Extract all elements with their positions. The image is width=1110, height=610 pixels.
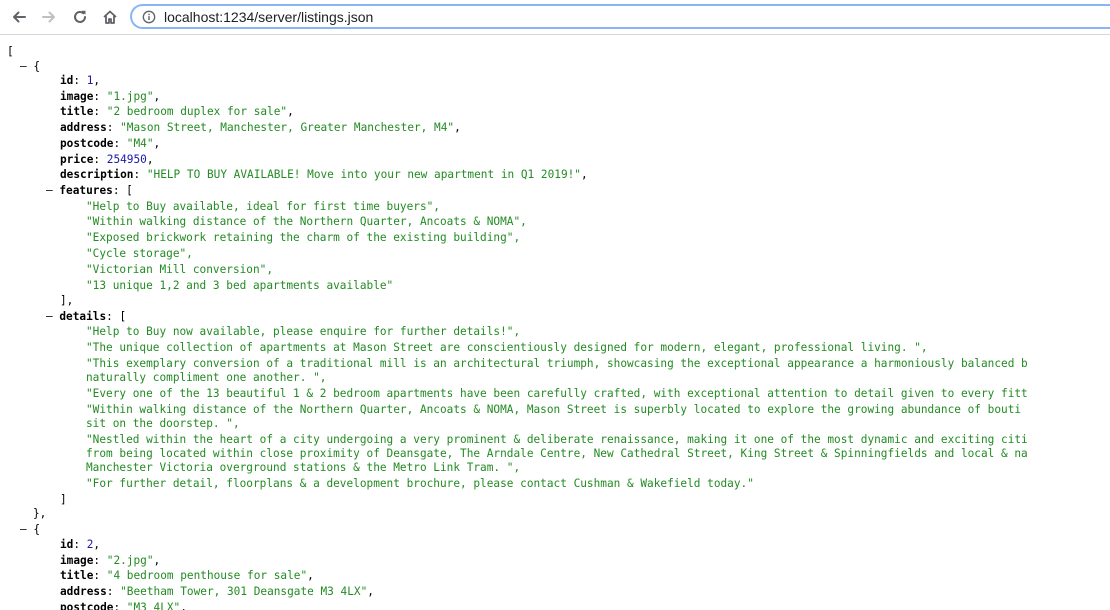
array-open-bracket: [ — [7, 45, 14, 58]
feature-item: "Exposed brickwork retaining the charm o… — [86, 231, 521, 244]
detail-item-cont: sit on the doorstep. ", — [86, 417, 240, 430]
detail-item: "Help to Buy now available, please enqui… — [86, 325, 521, 338]
field-postcode: postcode: "M4", — [60, 137, 161, 150]
field-title: title: "4 bedroom penthouse for sale", — [60, 569, 314, 582]
browser-toolbar: localhost:1234/server/listings.json — [0, 0, 1110, 35]
object-1-open: – { — [20, 60, 41, 73]
field-id: id: 1, — [60, 74, 101, 87]
collapse-toggle-details[interactable]: – — [46, 310, 53, 323]
details-close: ] — [60, 493, 67, 506]
collapse-toggle-object-1[interactable]: – — [20, 60, 27, 73]
field-id: id: 2, — [60, 538, 101, 551]
field-address: address: "Mason Street, Manchester, Grea… — [60, 121, 461, 134]
detail-item: "Every one of the 13 beautiful 1 & 2 bed… — [86, 387, 1028, 400]
object-2-open: – { — [20, 523, 41, 536]
feature-item: "Within walking distance of the Northern… — [86, 215, 527, 228]
arrow-right-icon — [42, 11, 55, 23]
field-address: address: "Beetham Tower, 301 Deansgate M… — [60, 585, 374, 598]
field-image: image: "1.jpg", — [60, 90, 161, 103]
reload-button[interactable] — [69, 7, 91, 27]
back-button[interactable] — [8, 7, 30, 27]
detail-item-cont: naturally compliment one another. ", — [86, 371, 327, 384]
field-image: image: "2.jpg", — [60, 554, 161, 567]
detail-item-cont: Manchester Victoria overground stations … — [86, 461, 521, 474]
forward-button[interactable] — [38, 7, 60, 27]
json-viewer: [ – { id: 1, image: "1.jpg", title: "2 b… — [0, 36, 1110, 610]
feature-item: "Help to Buy available, ideal for first … — [86, 200, 440, 213]
url-text[interactable]: localhost:1234/server/listings.json — [164, 9, 373, 25]
collapse-toggle-object-2[interactable]: – — [20, 523, 27, 536]
feature-item: "Victorian Mill conversion", — [86, 263, 274, 276]
home-button[interactable] — [99, 7, 121, 27]
features-close: ], — [60, 294, 74, 307]
field-description: description: "HELP TO BUY AVAILABLE! Mov… — [60, 168, 588, 181]
info-icon[interactable] — [142, 10, 156, 24]
feature-item: "13 unique 1,2 and 3 bed apartments avai… — [86, 279, 394, 292]
object-1-close: }, — [33, 507, 47, 520]
field-details: – details: [ — [46, 310, 127, 323]
arrow-left-icon — [13, 11, 26, 23]
reload-icon — [74, 10, 86, 23]
detail-item: "For further detail, floorplans & a deve… — [86, 477, 754, 490]
field-postcode: postcode: "M3 4LX", — [60, 601, 187, 610]
field-features: – features: [ — [46, 184, 133, 197]
collapse-toggle-features[interactable]: – — [46, 184, 53, 197]
home-icon — [103, 10, 117, 24]
field-title: title: "2 bedroom duplex for sale", — [60, 105, 294, 118]
feature-item: "Cycle storage", — [86, 247, 193, 260]
address-bar[interactable]: localhost:1234/server/listings.json — [130, 4, 1110, 29]
detail-item: "The unique collection of apartments at … — [86, 341, 928, 354]
field-price: price: 254950, — [60, 153, 154, 166]
